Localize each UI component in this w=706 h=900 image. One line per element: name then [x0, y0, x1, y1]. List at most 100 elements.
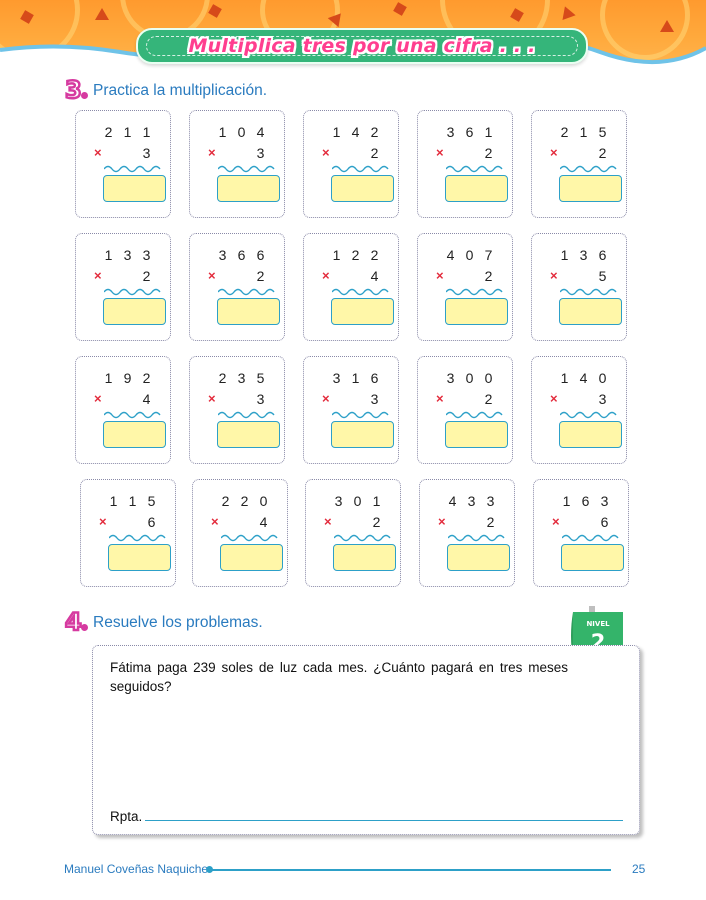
page-title-pill: Multiplica tres por una cifra . . .	[136, 28, 588, 64]
times-sign: ×	[211, 514, 219, 529]
multiplicand-digit: 6	[370, 370, 379, 386]
section-number: 4	[64, 607, 83, 638]
answer-box[interactable]	[217, 298, 280, 325]
multiplicand-digit: 3	[123, 247, 132, 263]
answer-box[interactable]	[217, 421, 280, 448]
multiplicand-digit: 6	[581, 493, 590, 509]
multiplier-digit: 3	[598, 391, 607, 407]
multiplicand: 192	[99, 370, 156, 386]
answer-box[interactable]	[445, 298, 508, 325]
multiplicand-digit: 1	[560, 370, 569, 386]
times-sign: ×	[94, 145, 102, 160]
multiplicand: 142	[327, 124, 384, 140]
multiplicand-digit: 0	[598, 370, 607, 386]
multiplicand: 235	[213, 370, 270, 386]
times-sign: ×	[550, 268, 558, 283]
multiplicand-digit: 1	[218, 124, 227, 140]
answer-box[interactable]	[108, 544, 171, 571]
answer-box[interactable]	[447, 544, 510, 571]
answer-box[interactable]	[445, 421, 508, 448]
multiplicand-digit: 1	[332, 124, 341, 140]
times-sign: ×	[99, 514, 107, 529]
multiplicand-digit: 2	[142, 370, 151, 386]
footer-divider	[209, 869, 611, 871]
exercise-card: 1 0 4 × 3	[189, 110, 285, 218]
multiplicand-digit: 3	[486, 493, 495, 509]
times-sign: ×	[436, 268, 444, 283]
multiplicand-digit: 6	[465, 124, 474, 140]
wavy-rule	[560, 411, 617, 419]
times-sign: ×	[94, 391, 102, 406]
exercise-card: 1 4 2 × 2	[303, 110, 399, 218]
multiplier-digit: 2	[598, 145, 607, 161]
multiplier-digit: 6	[147, 514, 156, 530]
multiplicand-digit: 0	[259, 493, 268, 509]
times-sign: ×	[550, 145, 558, 160]
multiplicand-digit: 0	[465, 247, 474, 263]
footer-author: Manuel Coveñas Naquiche	[64, 862, 209, 876]
answer-box[interactable]	[333, 544, 396, 571]
answer-box[interactable]	[103, 175, 166, 202]
answer-box[interactable]	[445, 175, 508, 202]
answer-box[interactable]	[331, 298, 394, 325]
multiplicand: 215	[555, 124, 612, 140]
wavy-rule	[446, 165, 503, 173]
answer-box[interactable]	[559, 175, 622, 202]
multiplicand-digit: 2	[221, 493, 230, 509]
multiplicand-digit: 3	[332, 370, 341, 386]
answer-box[interactable]	[217, 175, 280, 202]
answer-box[interactable]	[331, 421, 394, 448]
answer-box[interactable]	[220, 544, 283, 571]
multiplicand: 301	[329, 493, 386, 509]
problem-box: Fátima paga 239 soles de luz cada mes. ¿…	[92, 645, 640, 835]
times-sign: ×	[436, 391, 444, 406]
nivel-label: NIVEL	[586, 620, 610, 628]
exercise-card: 1 4 0 × 3	[531, 356, 627, 464]
multiplicand-digit: 1	[560, 247, 569, 263]
multiplicand-digit: 9	[123, 370, 132, 386]
answer-box[interactable]	[559, 421, 622, 448]
wavy-rule	[560, 288, 617, 296]
wavy-rule	[446, 411, 503, 419]
times-sign: ×	[94, 268, 102, 283]
multiplicand-digit: 7	[484, 247, 493, 263]
times-sign: ×	[436, 145, 444, 160]
times-sign: ×	[322, 391, 330, 406]
multiplicand: 133	[99, 247, 156, 263]
exercise-card: 2 1 1 × 3	[75, 110, 171, 218]
multiplier-digit: 3	[142, 145, 151, 161]
answer-box[interactable]	[103, 298, 166, 325]
multiplicand-digit: 3	[142, 247, 151, 263]
multiplier-digit: 4	[370, 268, 379, 284]
multiplicand-digit: 2	[560, 124, 569, 140]
multiplicand-digit: 1	[104, 370, 113, 386]
multiplier-digit: 3	[256, 145, 265, 161]
multiplicand-digit: 1	[562, 493, 571, 509]
multiplicand-digit: 4	[448, 493, 457, 509]
answer-box[interactable]	[331, 175, 394, 202]
multiplicand-digit: 4	[579, 370, 588, 386]
multiplicand-digit: 4	[446, 247, 455, 263]
section-title: Practica la multiplicación.	[93, 82, 268, 99]
wavy-rule	[221, 534, 278, 542]
answer-box[interactable]	[103, 421, 166, 448]
exercise-card: 1 9 2 × 4	[75, 356, 171, 464]
multiplier-digit: 4	[142, 391, 151, 407]
answer-box[interactable]	[561, 544, 624, 571]
decor-triangle	[95, 8, 109, 20]
multiplier-digit: 2	[142, 268, 151, 284]
multiplicand: 361	[441, 124, 498, 140]
multiplier-digit: 2	[372, 514, 381, 530]
multiplicand-digit: 5	[598, 124, 607, 140]
decor-square	[393, 2, 407, 16]
answer-line[interactable]	[145, 820, 623, 821]
multiplier-digit: 3	[370, 391, 379, 407]
decor-triangle	[660, 20, 674, 32]
answer-box[interactable]	[559, 298, 622, 325]
multiplicand: 366	[213, 247, 270, 263]
multiplicand-digit: 3	[446, 124, 455, 140]
exercise-card: 3 6 1 × 2	[417, 110, 513, 218]
multiplier-digit: 2	[484, 391, 493, 407]
wavy-rule	[104, 165, 161, 173]
multiplicand-digit: 2	[218, 370, 227, 386]
